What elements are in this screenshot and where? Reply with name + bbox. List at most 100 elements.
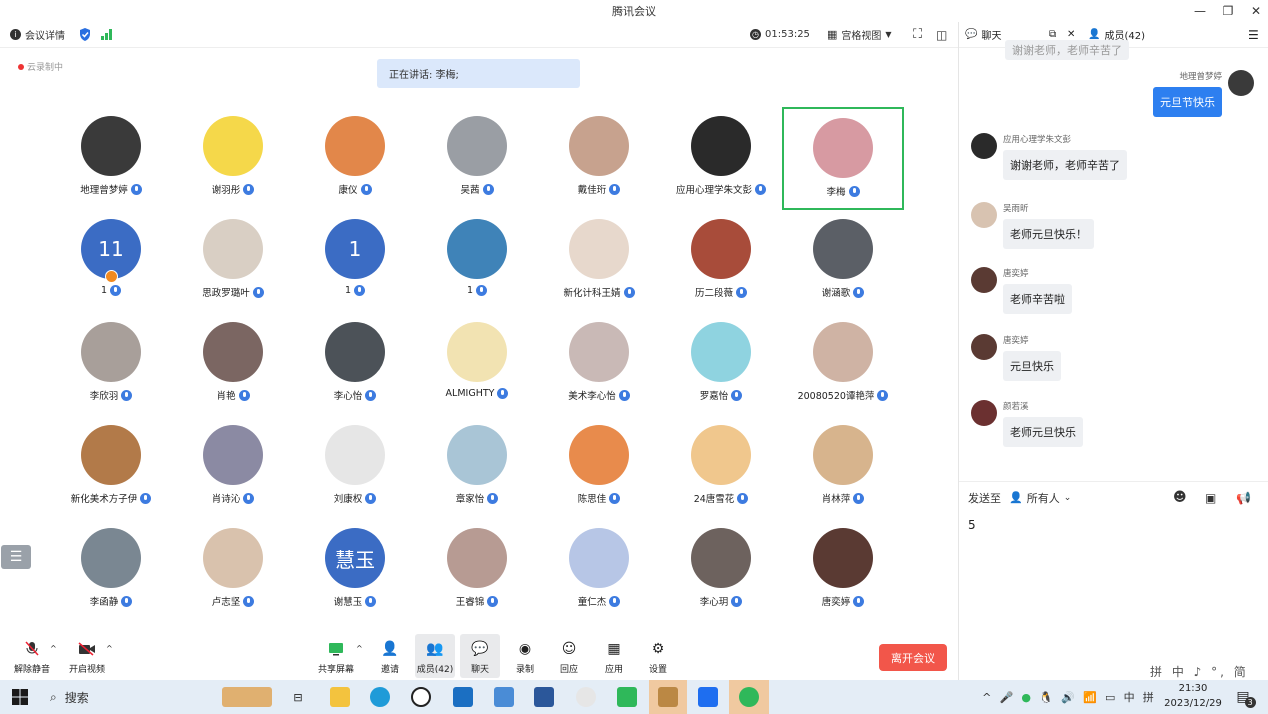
participant-tile[interactable]: 新化美术方子伊	[50, 416, 172, 519]
participant-tile[interactable]: 慧玉 谢慧玉	[294, 519, 416, 622]
leave-meeting-button[interactable]: 离开会议	[879, 644, 947, 671]
tray-ime-icon[interactable]: 拼	[1143, 689, 1154, 705]
system-tray[interactable]: ^ 🎤 ● 🐧 🔊 📶 ▭ 中 拼	[978, 680, 1158, 714]
tray-expand-icon[interactable]: ^	[982, 691, 991, 704]
participant-tile[interactable]: 李函静	[50, 519, 172, 622]
participant-tile[interactable]: 康仪	[294, 107, 416, 210]
windows-start-icon[interactable]	[8, 680, 32, 714]
announce-icon[interactable]: 📢	[1236, 491, 1251, 505]
dell-icon[interactable]	[407, 680, 435, 714]
english-app-icon[interactable]	[613, 680, 641, 714]
folder-upload-icon[interactable]: ▣	[1205, 491, 1216, 505]
participant-tile[interactable]: 24唐雪花	[660, 416, 782, 519]
participant-tile[interactable]: 谢羽彤	[172, 107, 294, 210]
menu-icon[interactable]: ☰	[1248, 28, 1259, 42]
close-chat-icon[interactable]: ✕	[1067, 29, 1075, 40]
unmute-button[interactable]: 解除静音	[11, 634, 53, 678]
tray-volume-icon[interactable]: 🔊	[1061, 691, 1075, 704]
start-video-button[interactable]: 开启视频	[66, 634, 108, 678]
sidebar-layout-icon[interactable]: ◫	[936, 28, 947, 42]
share-caret-icon[interactable]: ^	[356, 644, 363, 653]
members-button[interactable]: 👥 成员(42)	[415, 634, 455, 678]
participant-tile[interactable]: 卢志坚	[172, 519, 294, 622]
widget-cat-icon[interactable]	[218, 680, 276, 714]
tab-chat[interactable]: 💬 聊天	[965, 27, 1001, 42]
participant-name-row: 李函静	[90, 594, 133, 608]
avatar	[447, 322, 507, 382]
participant-tile[interactable]: 11	[294, 210, 416, 313]
taskbar-search[interactable]: ⌕ 搜索	[40, 680, 220, 714]
file-explorer-icon[interactable]	[326, 680, 354, 714]
participant-tile[interactable]: 应用心理学朱文彭	[660, 107, 782, 210]
task-view-icon[interactable]: ⊟	[286, 680, 310, 714]
tray-wechat-icon[interactable]: ●	[1021, 691, 1031, 704]
participant-tile[interactable]: 李心玥	[660, 519, 782, 622]
participant-tile[interactable]: 谢涵歌	[782, 210, 904, 313]
participant-tile[interactable]: 历二段薇	[660, 210, 782, 313]
view-mode-dropdown[interactable]: ▦ 宫格视图 ▼	[827, 27, 892, 42]
participant-tile[interactable]: 戴佳珩	[538, 107, 660, 210]
close-button[interactable]: ✕	[1242, 4, 1268, 18]
tencent-meeting-icon[interactable]	[694, 680, 722, 714]
minimize-button[interactable]: —	[1186, 4, 1214, 18]
chat-button[interactable]: 💬 聊天	[460, 634, 500, 678]
signal-icon[interactable]	[101, 29, 113, 40]
participant-tile[interactable]: 肖诗沁	[172, 416, 294, 519]
participant-tile[interactable]: ALMIGHTY	[416, 313, 538, 416]
participant-tile[interactable]: 唐奕婷	[782, 519, 904, 622]
tray-wifi-icon[interactable]: 📶	[1083, 691, 1097, 704]
participant-tile[interactable]: 思政罗璐叶	[172, 210, 294, 313]
share-screen-button[interactable]: 共享屏幕	[316, 634, 356, 678]
settings-button[interactable]: ⚙ 设置	[638, 634, 678, 678]
participant-tile[interactable]: 美术李心怡	[538, 313, 660, 416]
emoji-icon[interactable]: ☻	[1173, 490, 1187, 505]
participant-tile[interactable]: 章家怡	[416, 416, 538, 519]
mail-icon[interactable]	[449, 680, 477, 714]
participant-tile[interactable]: 李梅	[782, 107, 904, 210]
maximize-button[interactable]: ❐	[1214, 4, 1242, 18]
fullscreen-icon[interactable]: ⛶	[913, 27, 922, 42]
participant-tile[interactable]: 11 1	[50, 210, 172, 313]
participant-tile[interactable]: 刘康权	[294, 416, 416, 519]
participant-tile[interactable]: 王睿锦	[416, 519, 538, 622]
tray-battery-icon[interactable]: ▭	[1105, 691, 1115, 704]
notification-icon[interactable]: ▤ 3	[1230, 680, 1256, 714]
record-button[interactable]: ◉ 录制	[505, 634, 545, 678]
participant-tile[interactable]: 李心怡	[294, 313, 416, 416]
invite-button[interactable]: 👤 邀请	[370, 634, 410, 678]
unmute-caret-icon[interactable]: ^	[50, 644, 57, 653]
send-to-dropdown[interactable]: 👤 所有人 ⌄	[1009, 490, 1071, 506]
participant-name-row: 陈思佳	[578, 491, 621, 505]
search-icon: ⌕	[50, 689, 57, 704]
taskbar-clock[interactable]: 21:30 2023/12/29	[1162, 681, 1224, 711]
participant-tile[interactable]: 地理曾梦婷	[50, 107, 172, 210]
participant-tile[interactable]: 20080520谭艳萍	[782, 313, 904, 416]
wechat-icon[interactable]	[729, 680, 769, 714]
participant-tile[interactable]: 李欣羽	[50, 313, 172, 416]
video-caret-icon[interactable]: ^	[106, 644, 113, 653]
tray-mic-icon[interactable]: 🎤	[1000, 691, 1014, 704]
participant-tile[interactable]: 吴茜	[416, 107, 538, 210]
apps-button[interactable]: ▦ 应用	[594, 634, 634, 678]
tray-qq-icon[interactable]: 🐧	[1039, 691, 1053, 704]
participant-tile[interactable]: 罗嘉怡	[660, 313, 782, 416]
participant-tile[interactable]: 新化计科王婧	[538, 210, 660, 313]
participant-tile[interactable]: 1	[416, 210, 538, 313]
security-shield-icon[interactable]	[79, 28, 91, 41]
participant-tile[interactable]: 肖林萍	[782, 416, 904, 519]
app-flower-icon[interactable]	[572, 680, 600, 714]
participant-tile[interactable]: 童仁杰	[538, 519, 660, 622]
edge-browser-icon[interactable]	[366, 680, 394, 714]
participant-tile[interactable]: 肖艳	[172, 313, 294, 416]
popout-icon[interactable]: ⧉	[1049, 29, 1056, 40]
tray-lang-label[interactable]: 中	[1124, 689, 1135, 705]
word-icon[interactable]	[530, 680, 558, 714]
meeting-info-button[interactable]: i 会议详情	[10, 27, 65, 42]
store-icon[interactable]	[490, 680, 518, 714]
message-sender: 吴雨昕	[1003, 204, 1029, 214]
list-toggle-button[interactable]: ☰	[1, 545, 31, 569]
reaction-button[interactable]: ☺ 回应	[549, 634, 589, 678]
participant-tile[interactable]: 陈思佳	[538, 416, 660, 519]
photo-app-icon[interactable]	[649, 680, 687, 714]
chat-input[interactable]: 5	[968, 518, 1258, 658]
